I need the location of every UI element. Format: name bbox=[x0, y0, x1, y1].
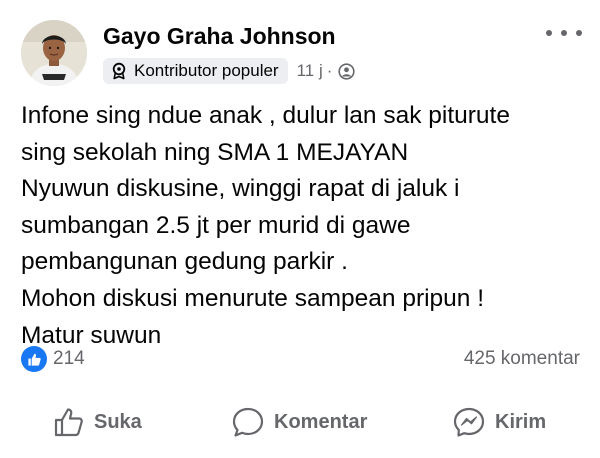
like-button[interactable]: Suka bbox=[53, 396, 142, 448]
post-line: sing sekolah ning SMA 1 MEJAYAN bbox=[21, 138, 409, 166]
post-line: sumbangan 2.5 jt per murid di gawe bbox=[21, 211, 411, 239]
send-label: Kirim bbox=[495, 410, 547, 433]
post-line: Infone sing ndue anak , dulur lan sak pi… bbox=[21, 102, 510, 129]
top-contributor-badge[interactable]: Kontributor populer bbox=[103, 58, 288, 84]
comments-count[interactable]: 425 komentar bbox=[464, 348, 580, 370]
post-body: Infone sing ndue anak , dulur lan sak pi… bbox=[21, 98, 586, 354]
messenger-icon bbox=[453, 407, 485, 437]
like-label: Suka bbox=[94, 410, 142, 433]
badge-label: Kontributor populer bbox=[134, 61, 279, 80]
likes-count: 214 bbox=[53, 348, 85, 369]
friends-globe-icon bbox=[338, 62, 356, 80]
post-meta: Kontributor populer 11 j · bbox=[103, 58, 356, 84]
more-options-icon[interactable] bbox=[546, 26, 582, 40]
comment-label: Komentar bbox=[274, 410, 368, 433]
post-line: Nyuwun diskusine, winggi rapat di jaluk … bbox=[21, 175, 460, 203]
meta-separator: · bbox=[326, 61, 333, 80]
comment-icon bbox=[232, 407, 264, 437]
post-time[interactable]: 11 j bbox=[297, 61, 323, 81]
author-name[interactable]: Gayo Graha Johnson bbox=[103, 23, 336, 50]
post-line: pembangunan gedung parkir . bbox=[21, 248, 348, 276]
post-line: Mohon diskusi menurute sampean pripun ! bbox=[21, 284, 485, 312]
reactions-summary[interactable]: 214 bbox=[21, 346, 85, 372]
post-actions: Suka Komentar Kirim bbox=[0, 396, 600, 448]
like-reaction-icon bbox=[21, 346, 47, 372]
comment-button[interactable]: Komentar bbox=[231, 396, 367, 448]
thumbs-up-icon bbox=[54, 408, 83, 437]
avatar-image bbox=[21, 20, 87, 86]
send-button[interactable]: Kirim bbox=[452, 396, 546, 448]
author-avatar[interactable] bbox=[21, 20, 87, 86]
contributor-badge-icon bbox=[112, 62, 126, 80]
